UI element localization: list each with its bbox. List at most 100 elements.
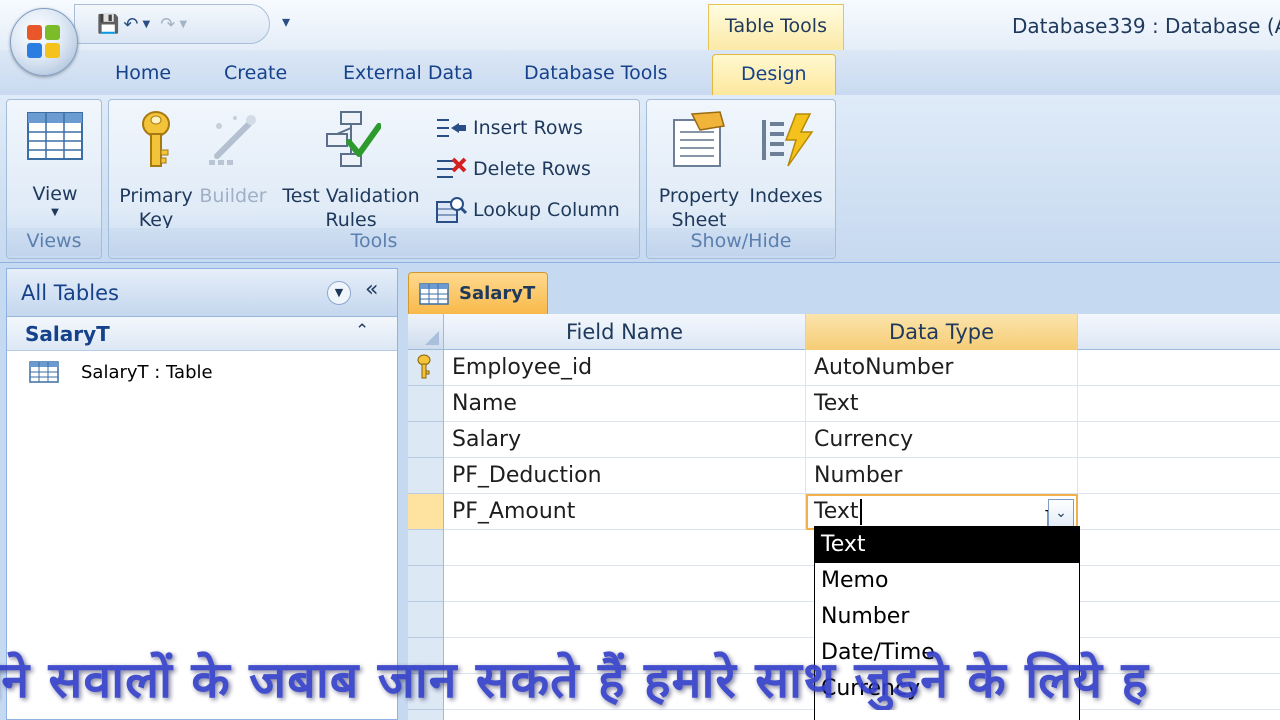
column-header-data-type[interactable]: Data Type bbox=[806, 314, 1078, 350]
table-row[interactable]: Name Text bbox=[408, 386, 1280, 422]
nav-group-salaryt[interactable]: SalaryT ⌃ bbox=[7, 317, 397, 351]
table-icon bbox=[29, 361, 59, 383]
primary-key-button[interactable]: Primary Key bbox=[117, 110, 195, 232]
row-selector[interactable] bbox=[408, 458, 444, 494]
show-hide-group: Property Sheet Indexes Show/Hide bbox=[646, 99, 836, 259]
delete-rows-label: Delete Rows bbox=[473, 158, 591, 180]
field-name-cell[interactable]: Name bbox=[444, 386, 806, 422]
select-all-corner[interactable] bbox=[408, 314, 444, 350]
insert-rows-label: Insert Rows bbox=[473, 117, 583, 139]
lookup-column-icon bbox=[436, 197, 467, 223]
nav-item-salaryt-table[interactable]: SalaryT : Table bbox=[29, 361, 213, 383]
row-selector[interactable] bbox=[408, 566, 444, 602]
row-selector[interactable] bbox=[408, 350, 444, 386]
data-type-combo-value: Text bbox=[814, 499, 859, 524]
dropdown-option-number[interactable]: Number bbox=[815, 599, 1079, 635]
views-group-label: Views bbox=[7, 228, 101, 256]
field-name-cell[interactable]: Salary bbox=[444, 422, 806, 458]
nav-item-label: SalaryT : Table bbox=[81, 361, 213, 383]
quick-access-toolbar: 💾 ↶ ▼ ↷ ▼ bbox=[74, 4, 270, 44]
test-validation-label-line1: Test Validation bbox=[282, 185, 420, 207]
table-row[interactable]: Employee_id AutoNumber bbox=[408, 350, 1280, 386]
column-header-field-name[interactable]: Field Name bbox=[444, 314, 806, 350]
grid-header: Field Name Data Type bbox=[408, 314, 1280, 350]
test-validation-rules-button[interactable]: Test Validation Rules bbox=[275, 110, 427, 232]
window-title: Database339 : Database (Ac bbox=[1012, 14, 1280, 38]
table-row-current[interactable]: PF_Amount Text I ⌄ bbox=[408, 494, 1280, 534]
office-logo-icon bbox=[27, 25, 63, 61]
primary-key-label-line1: Primary bbox=[119, 185, 193, 207]
indexes-button[interactable]: Indexes bbox=[745, 110, 827, 208]
customize-icon[interactable]: ▾ bbox=[282, 12, 290, 31]
nav-header[interactable]: All Tables ▼ « bbox=[7, 269, 397, 317]
property-sheet-icon bbox=[673, 111, 725, 167]
view-dropdown-icon: ▼ bbox=[51, 207, 59, 218]
row-selector-current[interactable] bbox=[408, 494, 444, 530]
dropdown-option-memo[interactable]: Memo bbox=[815, 563, 1079, 599]
lookup-column-label: Lookup Column bbox=[473, 199, 620, 221]
data-type-cell[interactable]: AutoNumber bbox=[806, 350, 1078, 386]
text-caret bbox=[859, 499, 862, 525]
ribbon-tab-row: Home Create External Data Database Tools… bbox=[0, 50, 1280, 96]
shutter-bar-close-icon[interactable]: « bbox=[365, 277, 378, 302]
dropdown-option-text[interactable]: Text bbox=[815, 527, 1079, 563]
builder-button[interactable]: Builder bbox=[197, 110, 269, 208]
data-type-cell[interactable]: Number bbox=[806, 458, 1078, 494]
undo-icon[interactable]: ↶ bbox=[123, 14, 138, 35]
views-group: View ▼ Views bbox=[6, 99, 102, 259]
view-label: View bbox=[32, 183, 78, 205]
document-tab-salaryt[interactable]: SalaryT bbox=[408, 272, 548, 314]
field-name-cell[interactable]: PF_Amount bbox=[444, 494, 806, 530]
row-selector[interactable] bbox=[408, 422, 444, 458]
tab-external-data[interactable]: External Data bbox=[343, 62, 473, 84]
data-type-cell[interactable]: Currency bbox=[806, 422, 1078, 458]
datasheet-icon bbox=[27, 112, 83, 160]
office-button[interactable] bbox=[10, 8, 78, 76]
row-selector[interactable] bbox=[408, 530, 444, 566]
tab-design[interactable]: Design bbox=[712, 54, 836, 96]
tab-home[interactable]: Home bbox=[115, 62, 171, 84]
property-sheet-label-line1: Property bbox=[658, 185, 740, 207]
builder-wand-icon bbox=[209, 115, 256, 165]
redo-icon[interactable]: ↷ bbox=[160, 14, 175, 35]
collapse-group-icon[interactable]: ⌃ bbox=[355, 321, 369, 341]
primary-key-icon bbox=[417, 354, 431, 379]
tools-group-label: Tools bbox=[109, 228, 639, 256]
save-icon[interactable]: 💾 bbox=[97, 14, 119, 35]
indexes-label: Indexes bbox=[749, 185, 823, 207]
table-row[interactable]: Salary Currency bbox=[408, 422, 1280, 458]
document-tab-label: SalaryT bbox=[459, 283, 536, 304]
nav-group-label: SalaryT bbox=[25, 322, 110, 346]
combo-dropdown-icon[interactable]: ⌄ bbox=[1048, 499, 1074, 527]
context-tab-label: Table Tools bbox=[708, 4, 844, 50]
view-button[interactable]: View ▼ bbox=[7, 110, 103, 220]
insert-rows-button[interactable]: Insert Rows bbox=[435, 114, 583, 142]
tab-database-tools[interactable]: Database Tools bbox=[524, 62, 668, 84]
delete-rows-button[interactable]: Delete Rows bbox=[435, 155, 591, 183]
ribbon: View ▼ Views Primary Key Builder Test Va… bbox=[0, 95, 1280, 263]
nav-menu-dropdown-icon[interactable]: ▼ bbox=[327, 281, 351, 305]
builder-label: Builder bbox=[199, 185, 267, 207]
redo-dropdown-icon[interactable]: ▼ bbox=[179, 19, 187, 30]
subtitle-text: पने सवालों के जबाब जान सकते हैं हमारे सा… bbox=[0, 651, 1149, 709]
tab-create[interactable]: Create bbox=[224, 62, 287, 84]
data-type-combo[interactable]: Text I ⌄ bbox=[806, 494, 1078, 534]
validation-icon bbox=[326, 111, 382, 167]
tools-group: Primary Key Builder Test Validation Rule… bbox=[108, 99, 640, 259]
undo-dropdown-icon[interactable]: ▼ bbox=[143, 19, 151, 30]
lookup-column-button[interactable]: Lookup Column bbox=[435, 196, 620, 224]
row-selector[interactable] bbox=[408, 602, 444, 638]
property-sheet-button[interactable]: Property Sheet bbox=[653, 110, 745, 232]
field-name-cell[interactable]: Employee_id bbox=[444, 350, 806, 386]
key-icon bbox=[142, 111, 170, 167]
field-name-cell[interactable]: PF_Deduction bbox=[444, 458, 806, 494]
nav-header-label: All Tables bbox=[21, 281, 119, 305]
show-hide-group-label: Show/Hide bbox=[647, 228, 835, 256]
delete-rows-icon bbox=[437, 157, 467, 178]
video-subtitle-overlay: पने सवालों के जबाब जान सकते हैं हमारे सा… bbox=[0, 644, 1280, 710]
table-icon bbox=[419, 282, 449, 305]
data-type-cell[interactable]: Text bbox=[806, 386, 1078, 422]
table-row[interactable]: PF_Deduction Number bbox=[408, 458, 1280, 494]
insert-rows-icon bbox=[437, 119, 466, 137]
row-selector[interactable] bbox=[408, 386, 444, 422]
